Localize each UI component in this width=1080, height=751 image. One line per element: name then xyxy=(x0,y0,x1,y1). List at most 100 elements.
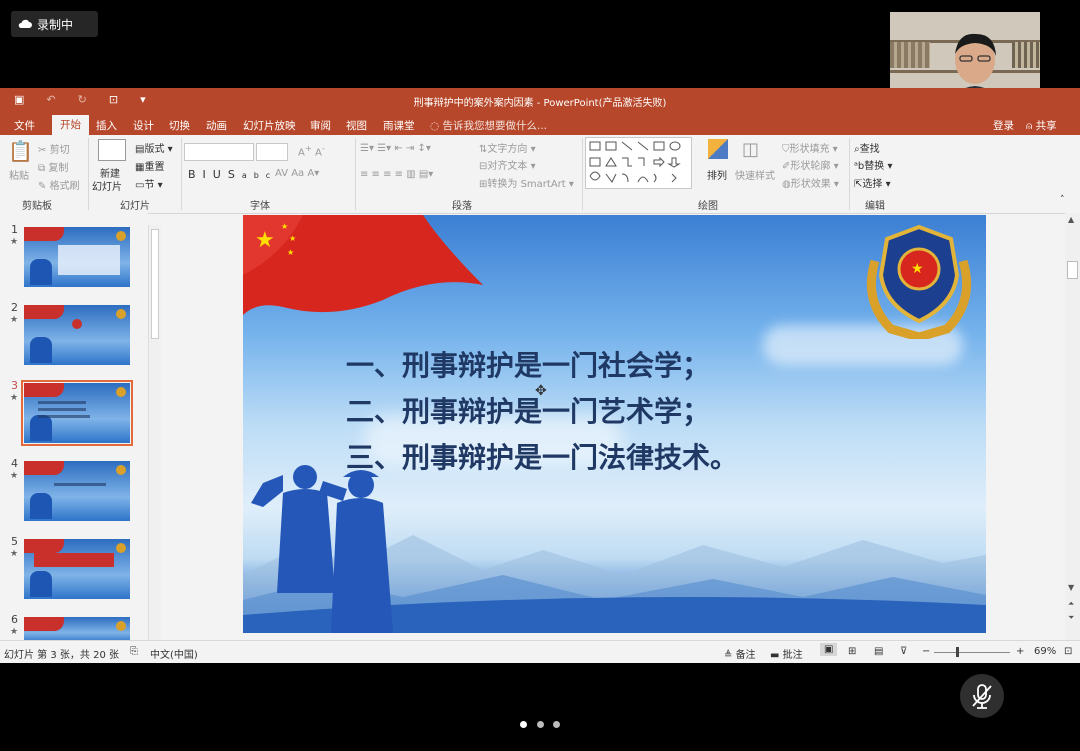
arrange-label: 排列 xyxy=(707,171,727,182)
shape-outline-button[interactable]: ✐形状轮廓 ▾ xyxy=(782,157,839,172)
align-icons[interactable]: ≡ ≡ ≡ ≡ ▥ ▤▾ xyxy=(360,169,433,180)
slide-thumbnail-3[interactable] xyxy=(21,380,133,446)
slide-count: 幻灯片 第 3 张，共 20 张 xyxy=(4,650,119,661)
collapse-ribbon-icon[interactable]: ˄ xyxy=(1060,195,1065,205)
grow-font-icon[interactable]: A+ A- xyxy=(298,143,325,158)
mute-microphone-button[interactable] xyxy=(960,674,1004,718)
scroll-thumb[interactable] xyxy=(1067,261,1078,279)
font-format-buttons[interactable]: BIUSabc xyxy=(188,168,277,181)
comment-icon: ▬ xyxy=(770,650,783,661)
ribbon: 📋 粘贴 ✂ 剪切 ⧉ 复制 ✎ 格式刷 剪贴板 新建 幻灯片 ▤版式 ▾ ▦重… xyxy=(0,135,1080,214)
fit-slide-icon[interactable]: ⊡ xyxy=(1064,646,1072,657)
quick-styles-icon[interactable]: ◫ xyxy=(742,139,759,160)
align-text-button[interactable]: ⊟对齐文本 ▾ xyxy=(479,157,536,172)
thumbnail-scrollbar[interactable] xyxy=(148,225,161,641)
arrange-icon[interactable] xyxy=(708,139,728,159)
new-slide-icon[interactable] xyxy=(98,139,126,161)
zoom-slider-handle[interactable] xyxy=(956,647,959,657)
slide-body-text[interactable]: 一、刑事辩护是一门社会学； 二、刑事辩护是一门艺术学； 三、刑事辩护是一门法律技… xyxy=(346,343,738,481)
copy-button[interactable]: ⧉ 复制 xyxy=(38,159,68,174)
tab-animations[interactable]: 动画 xyxy=(206,118,227,133)
slide-canvas[interactable]: ★ ★ ★ ★ ★ 一、刑事辩护是一门社会学； 二、刑事辩护是一门艺术学； 三、… xyxy=(243,215,986,633)
share-button[interactable]: ⍝ 共享 xyxy=(1026,118,1057,133)
page-dot[interactable] xyxy=(553,721,560,728)
slide-line-3: 三、刑事辩护是一门法律技术。 xyxy=(346,441,739,474)
shapes-gallery[interactable] xyxy=(585,137,692,189)
copy-icon: ⧉ xyxy=(38,163,46,174)
language-indicator[interactable]: 中文(中国) xyxy=(150,646,198,661)
tab-slideshow[interactable]: 幻灯片放映 xyxy=(243,118,296,133)
slide-sorter-icon[interactable]: ⊞ xyxy=(848,646,856,657)
paste-button[interactable]: 粘贴 xyxy=(9,167,29,182)
reset-button[interactable]: ▦重置 xyxy=(135,158,164,173)
tell-me-box[interactable]: ◌ 告诉我您想要做什么... xyxy=(430,118,547,133)
scroll-down-icon[interactable]: ▼ xyxy=(1068,583,1074,592)
soldier-silhouette-decoration xyxy=(251,465,393,633)
tab-file[interactable]: 文件 xyxy=(14,118,35,133)
page-dot[interactable] xyxy=(537,721,544,728)
bullets-icon[interactable]: ☰▾ ☰▾ ⇤ ⇥ ↕▾ xyxy=(360,143,431,154)
smartart-button[interactable]: ⊞转换为 SmartArt ▾ xyxy=(479,175,574,190)
replace-button[interactable]: ᵃb替换 ▾ xyxy=(854,157,892,172)
zoom-in-icon[interactable]: + xyxy=(1016,646,1024,657)
zoom-level[interactable]: 69% xyxy=(1034,646,1056,657)
login-link[interactable]: 登录 xyxy=(993,118,1014,133)
text-direction-button[interactable]: ⇅文字方向 ▾ xyxy=(479,140,536,155)
tab-review[interactable]: 审阅 xyxy=(310,118,331,133)
font-name-combo[interactable] xyxy=(184,143,254,161)
tab-insert[interactable]: 插入 xyxy=(96,118,117,133)
find-button[interactable]: ⌕查找 xyxy=(854,140,880,155)
zoom-out-icon[interactable]: − xyxy=(922,646,930,657)
comments-button[interactable]: ▬ 批注 xyxy=(770,646,803,661)
page-dot-active[interactable] xyxy=(520,721,527,728)
reset-label: 重置 xyxy=(144,162,165,173)
arrange-button[interactable]: 排列 xyxy=(707,167,727,182)
shape-fill-button[interactable]: ⛉形状填充 ▾ xyxy=(782,140,838,155)
flag-decoration: ★ ★ ★ ★ xyxy=(243,215,483,315)
zoom-slider[interactable] xyxy=(934,652,1010,653)
svg-text:★: ★ xyxy=(911,261,924,277)
slide-thumbnail-2[interactable] xyxy=(24,305,130,365)
slide-thumbnail-1[interactable] xyxy=(24,227,130,287)
tab-transitions[interactable]: 切换 xyxy=(169,118,190,133)
slide-thumbnail-4[interactable] xyxy=(24,461,130,521)
font-size-combo[interactable] xyxy=(256,143,288,161)
thumb-number: 5 xyxy=(11,535,18,548)
quick-styles-button[interactable]: 快速样式 xyxy=(735,167,775,182)
slideshow-icon[interactable]: ⊽ xyxy=(900,646,907,657)
shape-outline-label: 形状轮廓 xyxy=(790,161,831,172)
font-extra-icons[interactable]: AV Aa A▾ xyxy=(275,168,319,179)
tab-view[interactable]: 视图 xyxy=(346,118,367,133)
scroll-up-icon[interactable]: ▲ xyxy=(1068,215,1074,224)
cut-button[interactable]: ✂ 剪切 xyxy=(38,141,70,156)
microphone-muted-icon xyxy=(972,684,992,709)
tab-design[interactable]: 设计 xyxy=(133,118,154,133)
tab-home[interactable]: 开始 xyxy=(52,115,89,135)
normal-view-icon[interactable]: ▣ xyxy=(820,643,838,656)
paint-bucket-icon: ⛉ xyxy=(782,144,790,155)
smartart-label: 转换为 SmartArt xyxy=(487,179,566,190)
shape-effects-button[interactable]: ◍形状效果 ▾ xyxy=(782,175,839,190)
group-font-label: 字体 xyxy=(250,201,270,212)
new-slide-label-2[interactable]: 幻灯片 xyxy=(92,178,122,193)
animation-star-icon: ★ xyxy=(10,627,19,637)
notes-button[interactable]: ≜ 备注 xyxy=(724,646,756,661)
slide-thumbnail-pane: 1 ★ 2 ★ 3 ★ 4 ★ 5 ★ 6 ★ xyxy=(0,213,148,643)
format-painter-button[interactable]: ✎ 格式刷 xyxy=(38,177,80,192)
select-button[interactable]: ⇱选择 ▾ xyxy=(854,175,891,190)
slide-thumbnail-5[interactable] xyxy=(24,539,130,599)
tab-rain-classroom[interactable]: 雨课堂 xyxy=(383,118,415,133)
thumb-number: 2 xyxy=(11,301,18,314)
layout-button[interactable]: ▤版式 ▾ xyxy=(135,140,173,155)
next-slide-icon[interactable]: ⏷ xyxy=(1068,613,1074,623)
thumb-number: 3 xyxy=(11,379,18,392)
paste-icon[interactable]: 📋 xyxy=(8,139,33,163)
group-editing-label: 编辑 xyxy=(865,201,885,212)
reading-view-icon[interactable]: ▤ xyxy=(874,646,883,657)
section-button[interactable]: ▭节 ▾ xyxy=(135,176,163,191)
previous-slide-icon[interactable]: ⏶ xyxy=(1068,599,1074,609)
thumb-number: 1 xyxy=(11,223,18,236)
recording-badge: 录制中 xyxy=(11,11,98,37)
spellcheck-icon[interactable]: ⎘ xyxy=(130,646,138,657)
editor-vertical-scrollbar[interactable]: ▲ ▼ ⏶ ⏷ xyxy=(1065,213,1080,643)
